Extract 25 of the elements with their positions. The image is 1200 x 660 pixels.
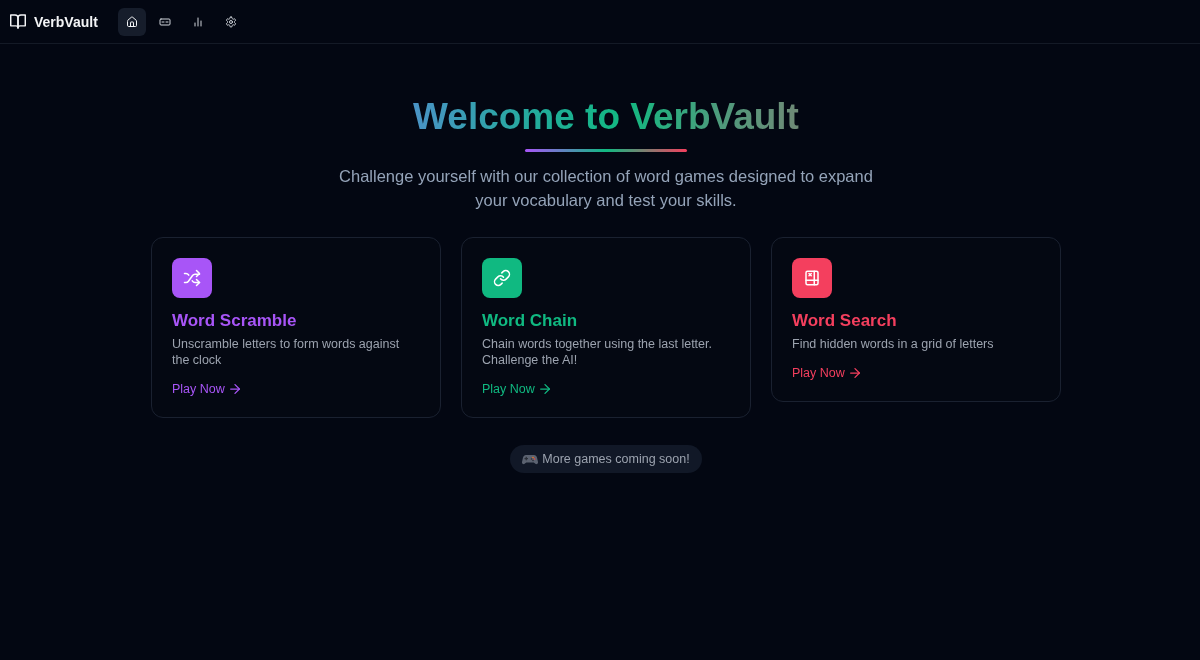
arrow-right-icon xyxy=(849,368,860,378)
game-description: Find hidden words in a grid of letters xyxy=(792,336,995,352)
play-now-link[interactable]: Play Now xyxy=(792,365,860,381)
arrow-right-icon xyxy=(229,384,240,394)
game-description: Chain words together using the last letter. Challenge the AI! xyxy=(482,336,713,368)
game-card[interactable]: Word Chain Chain words together using the last letter. Challenge the AI! Play Now xyxy=(461,237,751,418)
play-now-link[interactable]: Play Now xyxy=(482,381,550,397)
home-button[interactable] xyxy=(117,7,146,36)
book-icon xyxy=(10,14,26,29)
game-title: Word Chain xyxy=(482,310,579,332)
settings-icon xyxy=(224,15,237,28)
gamepad-icon xyxy=(522,453,539,465)
gamepad-icon xyxy=(158,15,171,28)
game-title: Word Search xyxy=(792,310,898,332)
coming-soon-text: More games coming soon! xyxy=(542,452,690,466)
play-now-link[interactable]: Play Now xyxy=(172,381,240,397)
app-logo[interactable]: VerbVault xyxy=(34,13,98,30)
bar-chart-icon xyxy=(191,15,204,28)
game-card[interactable]: Word Search Find hidden words in a grid of letters Play Now xyxy=(771,237,1061,402)
game-title: Word Scramble xyxy=(172,310,298,332)
arrow-right-icon xyxy=(539,384,550,394)
home-icon xyxy=(125,15,138,28)
game-description: Unscramble letters to form words against the clock xyxy=(172,336,401,368)
game-card[interactable]: Word Scramble Unscramble letters to form words against the clock Play Now xyxy=(151,237,441,418)
intro-text: Challenge yourself with our collection of word games designed to expand your vocabulary and test your skills. xyxy=(338,166,874,211)
